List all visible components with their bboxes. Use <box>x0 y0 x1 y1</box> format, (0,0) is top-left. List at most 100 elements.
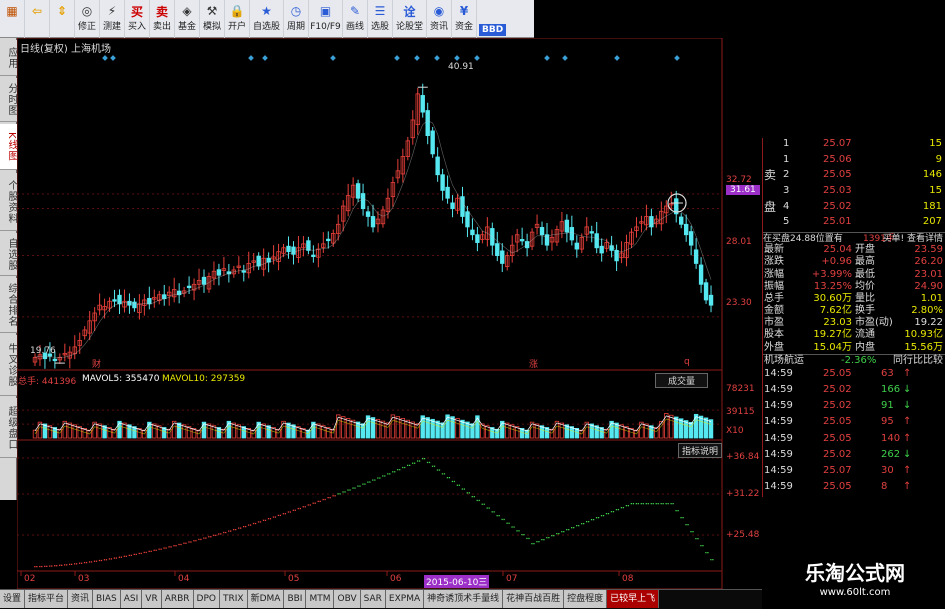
volume-bar <box>465 421 470 439</box>
order-price: 25.06 <box>823 153 852 165</box>
left-tab-6[interactable]: 牛叉诊股 <box>0 335 17 396</box>
toolbar-button-10[interactable]: ★ 自选股 <box>250 0 284 38</box>
volume-button[interactable]: 成交量 <box>655 373 709 388</box>
indicator-dot <box>426 461 429 464</box>
indicator-dot <box>657 503 659 505</box>
indicator-tab-7[interactable]: DPO <box>193 590 220 608</box>
event-marker <box>434 55 440 61</box>
bbd-button[interactable]: BBD <box>479 24 507 36</box>
quote-key: 最高 <box>855 256 875 268</box>
candle-body <box>599 245 604 254</box>
indicator-dot <box>622 507 625 509</box>
indicator-dot <box>195 540 197 542</box>
indicator-dot <box>543 539 545 541</box>
toolbar-button-13[interactable]: ✎ 画线 <box>343 0 368 38</box>
tick-row: 14:59 25.07 30 ↑ <box>763 465 945 481</box>
indicator-dot <box>531 543 533 545</box>
indicator-tab-12[interactable]: OBV <box>334 590 361 608</box>
tick-volume: 166 <box>881 384 901 395</box>
candle-body <box>291 246 296 255</box>
toolbar-button-4[interactable]: ⚡ 测建 <box>100 0 125 38</box>
tick-volume: 262 <box>881 448 901 460</box>
indicator-tab-14[interactable]: EXPMA <box>385 590 425 608</box>
left-tab-7[interactable]: 超级盘口 <box>0 398 17 458</box>
indicator-dot <box>314 502 316 504</box>
indicator-dot <box>675 510 677 512</box>
toolbar-button-6[interactable]: 卖卖出 <box>150 0 175 38</box>
volume-bar <box>445 414 450 439</box>
indicator-tab-8[interactable]: TRIX <box>220 590 248 608</box>
indicator-dot <box>307 504 309 506</box>
mavol5-label: MAVOL5: 355470 <box>82 374 160 384</box>
toolbar-button-3[interactable]: ◎ 修正 <box>75 0 100 38</box>
ma-line <box>34 120 712 358</box>
indicator-tab-18[interactable]: 已较早上飞 <box>607 590 660 608</box>
indicator-dot <box>220 533 222 535</box>
toolbar-button-17[interactable]: ¥ 资金 <box>452 0 477 38</box>
indicator-tab-13[interactable]: SAR <box>360 590 386 608</box>
event-marker <box>110 55 116 61</box>
volume-bar <box>460 419 465 439</box>
indicator-dot <box>690 531 692 533</box>
indicator-dot <box>317 500 319 503</box>
indicator-dot <box>645 503 647 505</box>
toolbar-button-8[interactable]: ⚒ 模拟 <box>200 0 225 38</box>
indicator-dot <box>620 507 623 509</box>
left-tab-0[interactable]: 应用 <box>0 40 17 76</box>
indicator-tab-1[interactable]: 指标平台 <box>25 590 69 608</box>
toolbar-button-1[interactable]: ⇦ <box>25 0 50 38</box>
indicator-tab-11[interactable]: MTM <box>306 590 335 608</box>
indicator-dot <box>75 563 78 565</box>
volume-bar <box>669 414 674 439</box>
toolbar-button-9[interactable]: 🔒 开户 <box>225 0 250 38</box>
toolbar-button-2[interactable]: ⇕ <box>50 0 75 38</box>
indicator-tab-6[interactable]: ARBR <box>161 590 194 608</box>
left-tab-5[interactable]: 综合排名 <box>0 278 17 333</box>
toolbar-button-12[interactable]: ▣ F10/F9 <box>309 0 343 38</box>
indicator-dot <box>80 562 83 564</box>
candle-body <box>594 233 599 249</box>
left-tab-3[interactable]: 个股资料 <box>0 173 17 231</box>
volume-bar <box>455 418 460 439</box>
volume-bar <box>500 420 505 439</box>
toolbar-label: 资金 <box>454 22 473 32</box>
indicator-tab-17[interactable]: 控盘程度 <box>564 590 608 608</box>
toolbar-button-16[interactable]: ◉ 资讯 <box>427 0 452 38</box>
indicator-tab-3[interactable]: BIAS <box>93 590 121 608</box>
indicator-dot <box>200 538 202 541</box>
indicator-tab-9[interactable]: 新DMA <box>247 590 285 608</box>
volume-bar <box>430 418 435 439</box>
quote-key: 最低 <box>855 268 875 280</box>
kline-chart[interactable] <box>17 38 762 589</box>
left-tab-2[interactable]: K线图 <box>0 124 17 170</box>
toolbar-button-7[interactable]: ◈ 基金 <box>175 0 200 38</box>
toolbar-button-15[interactable]: 诠论股堂 <box>393 0 427 38</box>
indicator-tab-2[interactable]: 资讯 <box>68 590 94 608</box>
left-tab-4[interactable]: 自选股 <box>0 233 17 276</box>
indicator-dot <box>175 545 177 547</box>
toolbar-button-0[interactable]: ▦ <box>0 0 25 38</box>
toolbar-button-5[interactable]: 买买入 <box>125 0 150 38</box>
indicator-tab-15[interactable]: 神奇诱顶术手量线 <box>424 590 504 608</box>
indicator-tab-4[interactable]: ASI <box>120 590 143 608</box>
indicator-dot <box>123 555 125 557</box>
indicator-dot <box>411 462 414 464</box>
indicator-button[interactable]: 指标说明 <box>678 443 723 458</box>
indicator-dot <box>85 561 88 564</box>
toolbar-button-11[interactable]: ◷ 周期 <box>284 0 309 38</box>
indicator-dot <box>352 487 354 489</box>
indicator-dot <box>364 483 366 485</box>
left-tab-1[interactable]: 分时图 <box>0 78 17 122</box>
indicator-tab-5[interactable]: VR <box>142 590 162 608</box>
indicator-tab-10[interactable]: BBI <box>284 590 307 608</box>
date-axis-label: 07 <box>506 574 518 584</box>
indicator-dot <box>257 521 260 523</box>
indicator-dot <box>354 487 356 489</box>
indicator-dot <box>367 481 369 483</box>
indicator-tab-16[interactable]: 花神百战百胜 <box>503 590 565 608</box>
toolbar-button-14[interactable]: ☰ 选股 <box>368 0 393 38</box>
indicator-dot <box>600 515 603 517</box>
sector-link[interactable]: 同行比比较 <box>893 355 943 367</box>
indicator-tab-0[interactable]: 设置 <box>0 590 26 608</box>
quote-value: 15.56万 <box>904 341 943 353</box>
